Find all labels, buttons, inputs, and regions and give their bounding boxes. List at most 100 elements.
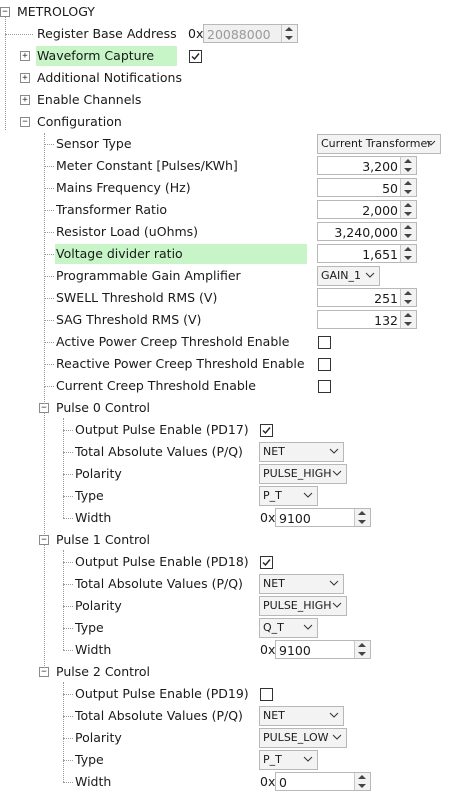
property-label: Transformer Ratio <box>56 202 168 217</box>
spin-arrows-icon[interactable] <box>354 641 370 658</box>
input-value: 251 <box>374 291 398 306</box>
gain-dropdown[interactable]: GAIN_1 <box>317 266 380 286</box>
property-label: Voltage divider ratio <box>55 244 307 264</box>
hex-prefix: 0x <box>260 642 276 657</box>
property-label: Type <box>75 620 104 635</box>
minus-box-icon[interactable]: − <box>39 667 49 677</box>
plus-box-icon[interactable]: + <box>20 73 30 83</box>
property-label: Current Creep Threshold Enable <box>56 378 256 393</box>
minus-box-icon[interactable]: − <box>39 403 49 413</box>
tree-node-metrology[interactable]: − METROLOGY <box>0 1 458 23</box>
spin-arrows-icon[interactable] <box>400 223 416 240</box>
spin-arrows-icon[interactable] <box>354 773 370 790</box>
width-input[interactable]: 0 <box>275 772 371 791</box>
spin-arrows-icon[interactable] <box>400 311 416 328</box>
spin-arrows-icon[interactable] <box>400 245 416 262</box>
resistor-load-input[interactable]: 3,240,000 <box>317 222 417 241</box>
dropdown-value: Q_T <box>263 621 284 634</box>
dropdown-value: NET <box>263 709 285 722</box>
voltage-divider-ratio-input[interactable]: 1,651 <box>317 244 417 263</box>
minus-box-icon[interactable]: − <box>20 117 30 127</box>
swell-threshold-input[interactable]: 251 <box>317 288 417 307</box>
polarity-dropdown[interactable]: PULSE_HIGH <box>259 596 347 616</box>
property-label: Total Absolute Values (P/Q) <box>75 576 243 591</box>
transformer-ratio-input[interactable]: 2,000 <box>317 200 417 219</box>
total-absolute-dropdown[interactable]: NET <box>259 706 344 726</box>
spin-arrows-icon[interactable] <box>354 509 370 526</box>
polarity-dropdown[interactable]: PULSE_LOW <box>259 728 347 748</box>
chevron-down-icon <box>332 470 342 476</box>
spin-arrows-icon[interactable] <box>400 179 416 196</box>
active-power-creep-checkbox[interactable] <box>318 336 331 349</box>
input-value: 3,240,000 <box>334 225 398 240</box>
property-type: Type P_T <box>0 485 458 507</box>
tree-node-waveform-capture: + Waveform Capture <box>0 45 458 67</box>
dropdown-value: P_T <box>263 753 282 766</box>
spin-arrows-icon[interactable] <box>400 201 416 218</box>
dropdown-value: PULSE_LOW <box>263 731 329 744</box>
node-label: Configuration <box>37 114 122 129</box>
property-sensor-type: Sensor Type Current Transformer <box>0 133 458 155</box>
node-label: Waveform Capture <box>36 46 177 66</box>
chevron-down-icon <box>332 734 342 740</box>
property-sag-threshold: SAG Threshold RMS (V) 132 <box>0 309 458 331</box>
property-voltage-divider-ratio: Voltage divider ratio 1,651 <box>0 243 458 265</box>
sensor-type-dropdown[interactable]: Current Transformer <box>317 134 441 154</box>
property-width: Width 0x 9100 <box>0 639 458 661</box>
hex-prefix: 0x <box>188 26 204 41</box>
input-value: 132 <box>374 313 398 328</box>
reactive-power-creep-checkbox[interactable] <box>318 358 331 371</box>
property-label: Type <box>75 752 104 767</box>
property-swell-threshold: SWELL Threshold RMS (V) 251 <box>0 287 458 309</box>
node-label: Enable Channels <box>37 92 142 107</box>
chevron-down-icon <box>329 448 339 454</box>
property-type: Type P_T <box>0 749 458 771</box>
type-dropdown[interactable]: P_T <box>259 750 318 770</box>
plus-box-icon[interactable]: + <box>20 51 30 61</box>
type-dropdown[interactable]: Q_T <box>259 618 318 638</box>
property-label: SAG Threshold RMS (V) <box>56 312 202 327</box>
chevron-down-icon <box>329 580 339 586</box>
property-meter-constant: Meter Constant [Pulses/KWh] 3,200 <box>0 155 458 177</box>
property-label: Programmable Gain Amplifier <box>56 268 241 283</box>
mains-frequency-input[interactable]: 50 <box>317 178 417 197</box>
node-label: Additional Notifications <box>37 70 182 85</box>
node-label: Pulse 1 Control <box>56 532 151 547</box>
input-value: 3,200 <box>362 159 398 174</box>
waveform-capture-checkbox[interactable] <box>189 50 202 63</box>
property-total-absolute-values: Total Absolute Values (P/Q) NET <box>0 573 458 595</box>
tree-node-additional-notifications: + Additional Notifications <box>0 67 458 89</box>
current-creep-checkbox[interactable] <box>318 380 331 393</box>
spin-arrows-icon[interactable] <box>281 25 297 42</box>
dropdown-value: P_T <box>263 489 282 502</box>
tree-node-enable-channels: + Enable Channels <box>0 89 458 111</box>
width-input[interactable]: 9100 <box>275 508 371 527</box>
plus-box-icon[interactable]: + <box>20 95 30 105</box>
property-label: Total Absolute Values (P/Q) <box>75 708 243 723</box>
property-polarity: Polarity PULSE_LOW <box>0 727 458 749</box>
spin-arrows-icon[interactable] <box>400 157 416 174</box>
output-pulse-enable-checkbox[interactable] <box>260 556 273 569</box>
width-input[interactable]: 9100 <box>275 640 371 659</box>
property-polarity: Polarity PULSE_HIGH <box>0 595 458 617</box>
tree-node-configuration: − Configuration <box>0 111 458 133</box>
property-label: SWELL Threshold RMS (V) <box>56 290 218 305</box>
property-tree: − METROLOGY Register Base Address 0x 200… <box>0 0 458 809</box>
output-pulse-enable-checkbox[interactable] <box>260 688 273 701</box>
property-label: Type <box>75 488 104 503</box>
output-pulse-enable-checkbox[interactable] <box>260 424 273 437</box>
tree-node-pulse-0-control: − Pulse 0 Control <box>0 397 458 419</box>
minus-box-icon[interactable]: − <box>39 535 49 545</box>
polarity-dropdown[interactable]: PULSE_HIGH <box>259 464 347 484</box>
property-label: Polarity <box>75 598 122 613</box>
sag-threshold-input[interactable]: 132 <box>317 310 417 329</box>
total-absolute-dropdown[interactable]: NET <box>259 442 344 462</box>
property-mains-frequency: Mains Frequency (Hz) 50 <box>0 177 458 199</box>
meter-constant-input[interactable]: 3,200 <box>317 156 417 175</box>
spin-arrows-icon[interactable] <box>400 289 416 306</box>
checkmark-icon <box>191 53 200 61</box>
minus-box-icon[interactable]: − <box>0 7 10 17</box>
total-absolute-dropdown[interactable]: NET <box>259 574 344 594</box>
register-base-address-input[interactable]: 20088000 <box>203 24 298 43</box>
type-dropdown[interactable]: P_T <box>259 486 318 506</box>
